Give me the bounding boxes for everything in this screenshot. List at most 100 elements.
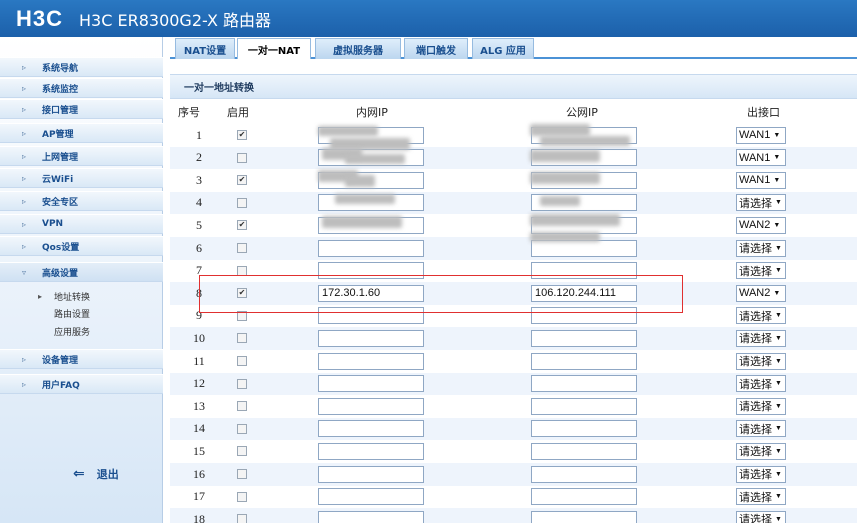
logout-button[interactable]: ⇐ 退出: [73, 466, 119, 482]
inner-ip-input[interactable]: [318, 420, 424, 438]
sidebar-item[interactable]: ▿ 高级设置: [0, 262, 163, 282]
table-row: 15 请选择 ▼: [170, 440, 857, 463]
public-ip-input[interactable]: [531, 488, 637, 506]
interface-select[interactable]: 请选择 ▼: [736, 262, 786, 280]
interface-select[interactable]: 请选择 ▼: [736, 442, 786, 460]
enable-checkbox[interactable]: [237, 423, 247, 434]
enable-cell: [234, 147, 250, 169]
public-ip-input[interactable]: [531, 262, 637, 280]
interface-cell: 请选择 ▼: [736, 486, 786, 508]
public-ip-input[interactable]: [531, 420, 637, 438]
inner-ip-input[interactable]: 172.30.1.60: [318, 284, 424, 302]
sidebar-subitem[interactable]: 应用服务: [0, 322, 163, 340]
interface-select[interactable]: WAN2 ▼: [736, 284, 786, 302]
inner-ip-input[interactable]: [318, 465, 424, 483]
dropdown-caret-icon: ▼: [775, 447, 782, 455]
enable-checkbox[interactable]: [237, 469, 247, 479]
enable-checkbox[interactable]: ✔: [237, 175, 247, 186]
interface-select[interactable]: WAN1 ▼: [736, 149, 786, 167]
enable-checkbox[interactable]: [237, 378, 247, 389]
sidebar-item[interactable]: ▹ 设备管理: [0, 349, 163, 369]
table-row: 2 WAN1 ▼: [170, 146, 857, 170]
enable-checkbox[interactable]: ✔: [237, 220, 247, 231]
sidebar-item[interactable]: ▹ 接口管理: [0, 99, 163, 119]
interface-select[interactable]: WAN2 ▼: [736, 216, 786, 234]
enable-checkbox[interactable]: [237, 401, 247, 412]
interface-select[interactable]: 请选择 ▼: [736, 352, 786, 370]
public-ip-input[interactable]: [531, 397, 637, 415]
sidebar-item[interactable]: ▹ 系统监控: [0, 78, 163, 98]
interface-select[interactable]: 请选择 ▼: [736, 329, 786, 347]
h3c-logo: H3C: [16, 5, 64, 31]
enable-checkbox[interactable]: [237, 446, 247, 457]
dropdown-caret-icon: ▼: [775, 515, 782, 523]
enable-checkbox[interactable]: [237, 356, 247, 366]
interface-select[interactable]: WAN1 ▼: [736, 171, 786, 189]
table-row: 5 ✔ WAN2 ▼: [170, 214, 857, 237]
enable-checkbox[interactable]: [237, 152, 247, 163]
interface-select[interactable]: 请选择 ▼: [736, 420, 786, 438]
public-ip-input[interactable]: [531, 510, 637, 523]
sidebar-subitem[interactable]: ▸ 地址转换: [0, 287, 163, 305]
enable-checkbox[interactable]: [237, 491, 247, 502]
public-ip-input[interactable]: 106.120.244.111: [531, 284, 637, 302]
enable-checkbox[interactable]: [237, 333, 247, 344]
table-row: 4 请选择 ▼: [170, 191, 857, 215]
enable-checkbox[interactable]: [237, 265, 247, 276]
sidebar-item[interactable]: ▹ 用户FAQ: [0, 374, 163, 394]
public-ip-input[interactable]: [531, 329, 637, 347]
public-ip-input[interactable]: [531, 352, 637, 370]
sidebar-subitem[interactable]: 路由设置: [0, 304, 163, 322]
enable-checkbox[interactable]: ✔: [237, 288, 247, 299]
inner-ip-input[interactable]: [318, 307, 424, 325]
logout-label: 退出: [96, 468, 119, 481]
table-row: 6 请选择 ▼: [170, 237, 857, 260]
enable-checkbox[interactable]: [237, 197, 247, 208]
expand-arrow-icon: ▹: [22, 354, 27, 364]
tab-one-to-one-nat[interactable]: 一对一NAT: [237, 38, 311, 59]
interface-select[interactable]: 请选择 ▼: [736, 510, 786, 523]
sidebar-item[interactable]: ▹ VPN: [0, 214, 163, 234]
enable-checkbox[interactable]: [237, 243, 247, 253]
interface-select[interactable]: 请选择 ▼: [736, 397, 786, 415]
sidebar-item[interactable]: ▹ 上网管理: [0, 146, 163, 166]
interface-select[interactable]: 请选择 ▼: [736, 307, 786, 325]
tab-virtual-server[interactable]: 虚拟服务器: [315, 38, 401, 59]
public-ip-input[interactable]: [531, 442, 637, 460]
interface-select[interactable]: 请选择 ▼: [736, 194, 786, 212]
interface-select[interactable]: 请选择 ▼: [736, 465, 786, 483]
interface-select[interactable]: 请选择 ▼: [736, 239, 786, 257]
inner-ip-input[interactable]: [318, 329, 424, 347]
sidebar-item[interactable]: ▹ 系统导航: [0, 57, 163, 77]
tab-nat-settings[interactable]: NAT设置: [175, 38, 235, 59]
inner-ip-input[interactable]: [318, 352, 424, 370]
sidebar: ▹ 系统导航 ▹ 系统监控 ▹ 接口管理 ▹ AP管理 ▹ 上网管理 ▹ 云WiFi ▹ 安全专区 ▹ VPN…: [0, 37, 163, 523]
interface-select[interactable]: WAN1 ▼: [736, 126, 786, 144]
tab-alg[interactable]: ALG 应用: [472, 38, 534, 59]
interface-cell: 请选择 ▼: [736, 418, 786, 440]
inner-ip-input[interactable]: [318, 375, 424, 393]
enable-checkbox[interactable]: ✔: [237, 130, 247, 140]
inner-ip-input[interactable]: [318, 397, 424, 415]
interface-value: 请选择: [739, 423, 772, 436]
table-row: 9 请选择 ▼: [170, 305, 857, 328]
inner-ip-input[interactable]: [318, 262, 424, 280]
sidebar-item[interactable]: ▹ 安全专区: [0, 191, 163, 211]
inner-ip-input[interactable]: [318, 510, 424, 523]
inner-ip-input[interactable]: [318, 442, 424, 460]
inner-ip-input[interactable]: [318, 239, 424, 257]
public-ip-input[interactable]: [531, 465, 637, 483]
interface-select[interactable]: 请选择 ▼: [736, 488, 786, 506]
enable-cell: [234, 327, 250, 349]
sidebar-item[interactable]: ▹ 云WiFi: [0, 168, 163, 188]
sidebar-item[interactable]: ▹ AP管理: [0, 123, 163, 143]
public-ip-input[interactable]: [531, 307, 637, 325]
enable-checkbox[interactable]: [237, 310, 247, 321]
enable-checkbox[interactable]: [237, 514, 247, 523]
inner-ip-input[interactable]: [318, 488, 424, 506]
sidebar-item[interactable]: ▹ Qos设置: [0, 236, 163, 256]
tab-port-trigger[interactable]: 端口触发: [404, 38, 468, 59]
public-ip-input[interactable]: [531, 375, 637, 393]
interface-select[interactable]: 请选择 ▼: [736, 375, 786, 393]
public-ip-input[interactable]: [531, 239, 637, 257]
